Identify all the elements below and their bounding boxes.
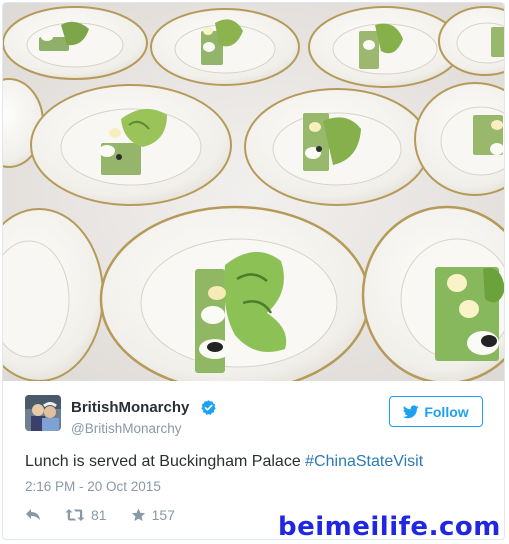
retweet-count: 81: [91, 507, 107, 523]
like-count: 157: [151, 507, 175, 523]
plate: [308, 6, 462, 88]
tweet-photo[interactable]: [3, 3, 504, 381]
hashtag-link[interactable]: #ChinaStateVisit: [305, 453, 423, 470]
tweet-timestamp[interactable]: 2:16 PM - 20 Oct 2015: [25, 479, 161, 494]
twitter-bird-icon: [403, 404, 420, 418]
tweet-actions: 81 157: [25, 506, 199, 524]
tweet-card: BritishMonarchy @BritishMonarchy Follow …: [2, 2, 505, 540]
plate: [3, 6, 148, 80]
plate: [244, 88, 430, 206]
author-name[interactable]: BritishMonarchy: [71, 399, 189, 416]
verified-badge-icon: [201, 400, 216, 415]
avatar[interactable]: [25, 395, 61, 431]
reply-button[interactable]: [25, 508, 41, 522]
watermark-text: beimeilife.com: [278, 512, 501, 542]
follow-button[interactable]: Follow: [389, 396, 483, 427]
avatar-image: [25, 395, 61, 431]
plate: [30, 84, 232, 206]
retweet-icon: [65, 509, 85, 521]
follow-label: Follow: [424, 403, 469, 420]
reply-icon: [26, 509, 40, 520]
plate: [99, 205, 371, 381]
like-button[interactable]: 157: [131, 507, 175, 523]
star-icon: [131, 508, 145, 522]
author-handle[interactable]: @BritishMonarchy: [71, 421, 182, 436]
tweet-text: Lunch is served at Buckingham Palace #Ch…: [25, 453, 423, 471]
retweet-button[interactable]: 81: [65, 507, 107, 523]
plate: [150, 8, 300, 86]
tweet-text-body: Lunch is served at Buckingham Palace: [25, 453, 306, 470]
plates-image: [3, 3, 504, 381]
